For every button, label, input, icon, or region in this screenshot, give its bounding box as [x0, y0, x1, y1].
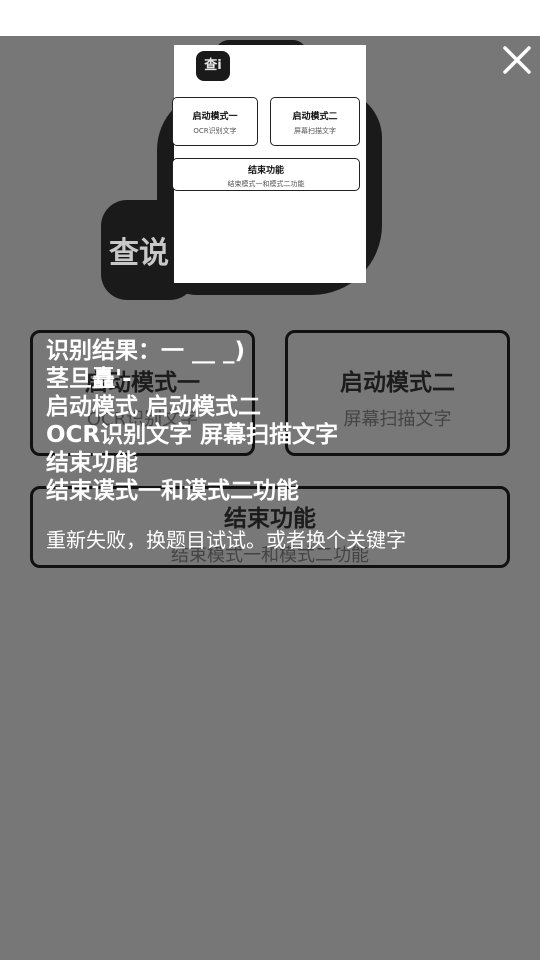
thumbnail-end-title: 结束功能: [247, 166, 284, 176]
retry-message: 重新失败，换题目试试。或者换个关键字: [46, 528, 406, 552]
thumbnail-end-subtitle: 结束模式一和模式二功能: [227, 180, 305, 188]
status-bar: [0, 0, 540, 36]
thumbnail-mode-two-subtitle: 屏幕扫描文字: [294, 127, 336, 135]
thumbnail-mode-two-button: 启动模式二 屏幕扫描文字: [270, 97, 360, 146]
ocr-result-line: 茎旦矗'-: [46, 366, 132, 392]
thumbnail-mode-one-button: 启动模式一 OCR识别文字: [172, 97, 258, 146]
thumbnail-mode-one-title: 启动模式一: [192, 112, 238, 122]
screenshot-thumbnail: 查说 查还 查i 启动模式一 OCR识别文字 启动模式二 屏幕扫描文字 结束功能…: [95, 40, 395, 310]
thumbnail-mode-two-title: 启动模式二: [292, 112, 338, 122]
ocr-result-line: OCR识别文字 屏幕扫描文字: [46, 422, 339, 448]
thumbnail-end-button: 结束功能 结束模式一和模式二功能: [172, 158, 360, 191]
ocr-result-text: 识别结果：一 __ _) 茎旦矗'- 启动模式 启动模式二 OCR识别文字 屏幕…: [46, 337, 526, 505]
ocr-result-line: 结束功能: [46, 450, 138, 476]
ocr-result-line: 启动模式 启动模式二: [46, 394, 262, 420]
thumbnail-search-icon: 查i: [196, 51, 230, 81]
ocr-result-line: 识别结果：一 __ _): [46, 338, 246, 364]
thumbnail-mode-one-subtitle: OCR识别文字: [193, 127, 237, 135]
ocr-result-line: 结束谟式一和谟式二功能: [46, 478, 299, 504]
close-icon: [503, 46, 531, 74]
close-button[interactable]: [499, 42, 535, 78]
thumbnail-card: 查i 启动模式一 OCR识别文字 启动模式二 屏幕扫描文字 结束功能 结束模式一…: [172, 45, 366, 283]
floating-search-icon-label: 查说: [109, 236, 169, 271]
